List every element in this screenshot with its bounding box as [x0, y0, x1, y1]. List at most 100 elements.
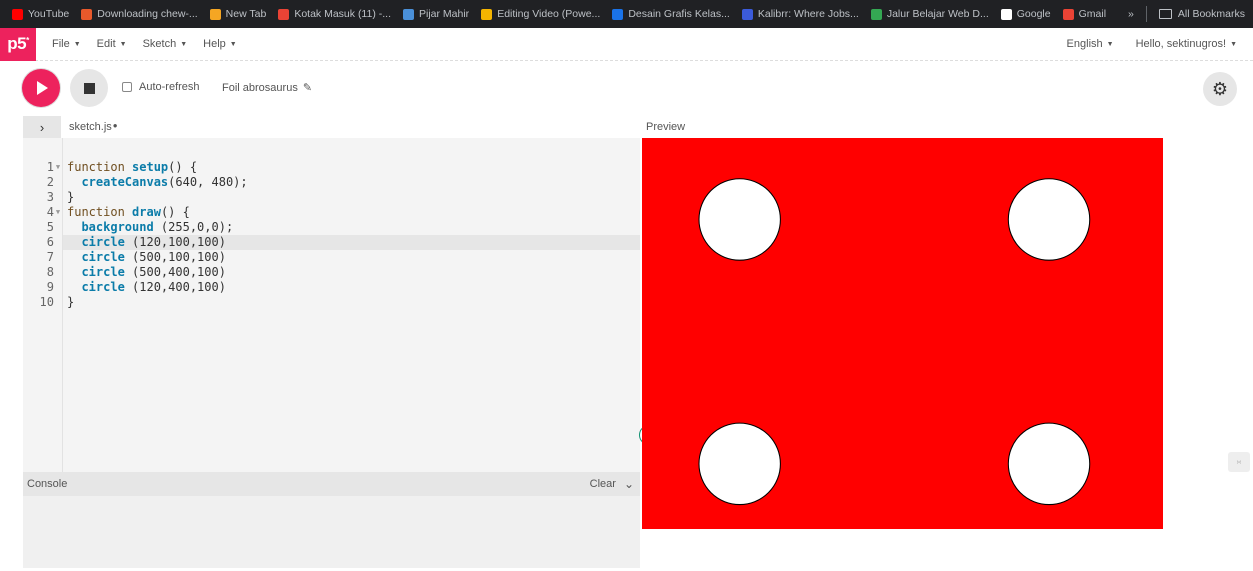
line-number: 9	[46, 280, 54, 294]
code-line[interactable]: 8 circle (500,400,100)	[23, 265, 600, 280]
expand-sidebar-button[interactable]: ›	[23, 116, 61, 138]
code-text: circle (500,400,100)	[67, 265, 226, 280]
bookmark-label: Pijar Mahir	[419, 8, 470, 20]
p5-logo-asterisk: *	[26, 35, 29, 45]
settings-button[interactable]: ⚙	[1203, 72, 1237, 106]
pijar-icon	[403, 8, 414, 20]
bookmark-item[interactable]: Gmail	[1062, 8, 1107, 20]
code-identifier: circle	[81, 235, 125, 249]
canvas-circle	[698, 178, 781, 261]
bookmark-label: Editing Video (Powe...	[497, 8, 601, 20]
fold-arrow-icon[interactable]: ▼	[54, 205, 62, 220]
code-editor[interactable]: 1 ▼ function setup() {2 createCanvas(640, …	[23, 138, 658, 472]
fold-arrow-icon[interactable]: ▼	[54, 160, 62, 175]
stop-button[interactable]	[70, 69, 108, 107]
bookmark-item[interactable]: Kotak Masuk (11) -...	[278, 8, 391, 20]
console-clear-label: Clear	[589, 478, 616, 490]
code-keyword: function	[67, 160, 133, 174]
code-identifier: background	[81, 220, 154, 234]
pencil-icon: ✎	[302, 82, 313, 94]
bookmark-item[interactable]: Jalur Belajar Web D...	[870, 8, 989, 20]
play-button[interactable]	[22, 69, 60, 107]
bookmark-label: Gmail	[1078, 8, 1107, 20]
desain-icon	[612, 8, 624, 20]
bookmark-item[interactable]: Kalibrr: Where Jobs...	[741, 8, 859, 20]
p5-logo-text: p5	[7, 34, 27, 53]
bookmark-item[interactable]: New Tab	[209, 8, 266, 20]
toolbar: Auto-refresh Foil abrosaurus ✎ ⚙	[0, 62, 1253, 116]
code-line[interactable]: 9 circle (120,400,100)	[23, 280, 600, 295]
code-token: (640, 480);	[168, 175, 248, 189]
bookmark-label: Kotak Masuk (11) -...	[294, 8, 391, 20]
auto-refresh-checkbox[interactable]: Auto-refresh	[122, 81, 200, 93]
file-tab-label: sketch.js	[69, 121, 112, 133]
chevron-down-icon: ▼	[229, 40, 237, 48]
code-text: function draw() {	[67, 205, 190, 220]
chevron-down-icon: ▼	[1106, 40, 1114, 48]
bookmark-label: YouTube	[28, 8, 70, 20]
chevron-down-icon[interactable]: ⌄	[624, 477, 634, 491]
menu-file[interactable]: File ▼	[52, 38, 81, 50]
user-menu[interactable]: Hello, sektinugros! ▼	[1136, 38, 1237, 50]
console-label: Console	[27, 478, 68, 490]
menu-sketch[interactable]: Sketch ▼	[143, 38, 188, 50]
sketch-name-button[interactable]: Foil abrosaurus ✎	[222, 81, 313, 95]
code-line[interactable]: 10}	[23, 295, 600, 310]
menu-edit[interactable]: Edit ▼	[97, 38, 127, 50]
code-text: function setup() {	[67, 160, 197, 175]
side-panel-toggle[interactable]: ›‹	[1228, 452, 1250, 472]
bookmark-label: Jalur Belajar Web D...	[886, 8, 989, 20]
code-identifier: createCanvas	[81, 175, 169, 189]
p5-logo[interactable]: p5 *	[0, 27, 36, 61]
code-keyword: function	[67, 205, 133, 219]
code-token: }	[67, 295, 75, 309]
bookmark-item[interactable]: Google	[1000, 8, 1051, 20]
menu-edit-label: Edit	[96, 38, 116, 50]
bookmarks-bar: YouTube Downloading chew-... New Tab Kotak …	[0, 0, 1253, 28]
sketch-name-label: Foil abrosaurus	[222, 81, 298, 94]
code-line[interactable]: 1 ▼ function setup() {	[23, 160, 600, 175]
chevron-down-icon: ▼	[119, 40, 127, 48]
bookmark-label: Desain Grafis Kelas...	[628, 8, 730, 20]
bookmarks-overflow-button[interactable]: »	[1128, 8, 1134, 20]
chevron-down-icon: ▼	[180, 40, 188, 48]
canvas-circle	[1007, 178, 1091, 261]
language-menu[interactable]: English ▼	[1067, 38, 1114, 50]
checkbox-icon	[122, 82, 132, 92]
code-identifier: circle	[81, 265, 125, 279]
all-bookmarks-button[interactable]: All Bookmarks	[1158, 8, 1245, 20]
chevron-right-icon: ›	[39, 119, 45, 135]
language-label: English	[1066, 38, 1103, 50]
menu-help[interactable]: Help ▼	[203, 38, 237, 50]
code-line[interactable]: 6 circle (120,100,100)	[23, 235, 600, 250]
code-text: circle (500,100,100)	[67, 250, 226, 265]
bookmark-item[interactable]: Desain Grafis Kelas...	[612, 8, 730, 20]
code-line[interactable]: 2 createCanvas(640, 480);	[23, 175, 600, 190]
preview-canvas[interactable]	[642, 138, 1163, 529]
console-output	[23, 496, 640, 568]
code-line[interactable]: 7 circle (500,100,100)	[23, 250, 600, 265]
file-tab-sketch-js[interactable]: sketch.js●	[69, 121, 118, 133]
code-line[interactable]: 5 background (255,0,0);	[23, 220, 600, 235]
code-token: (120,100,100)	[124, 235, 226, 249]
menubar: p5 * File ▼ Edit ▼ Sketch ▼ Help ▼ English ▼ H…	[0, 27, 1253, 61]
bookmark-item[interactable]: Downloading chew-...	[81, 8, 198, 20]
gear-icon: ⚙	[1211, 78, 1229, 99]
code-text: }	[67, 295, 74, 310]
line-number: 1	[46, 160, 54, 174]
console-clear-button[interactable]: Clear ⌄	[590, 477, 634, 491]
bookmark-label: Google	[1016, 8, 1051, 20]
bookmark-item[interactable]: Editing Video (Powe...	[481, 8, 600, 20]
bookmark-item[interactable]: YouTube	[12, 8, 69, 20]
user-greeting: Hello, sektinugros!	[1135, 38, 1227, 50]
bookmark-item[interactable]: Pijar Mahir	[403, 8, 469, 20]
google-icon	[1000, 8, 1012, 20]
code-line[interactable]: 3}	[23, 190, 600, 205]
code-line[interactable]: 4 ▼ function draw() {	[23, 205, 600, 220]
code-identifier: draw	[132, 205, 161, 219]
bookmark-label: Kalibrr: Where Jobs...	[757, 8, 859, 20]
canvas-circle	[698, 422, 781, 506]
